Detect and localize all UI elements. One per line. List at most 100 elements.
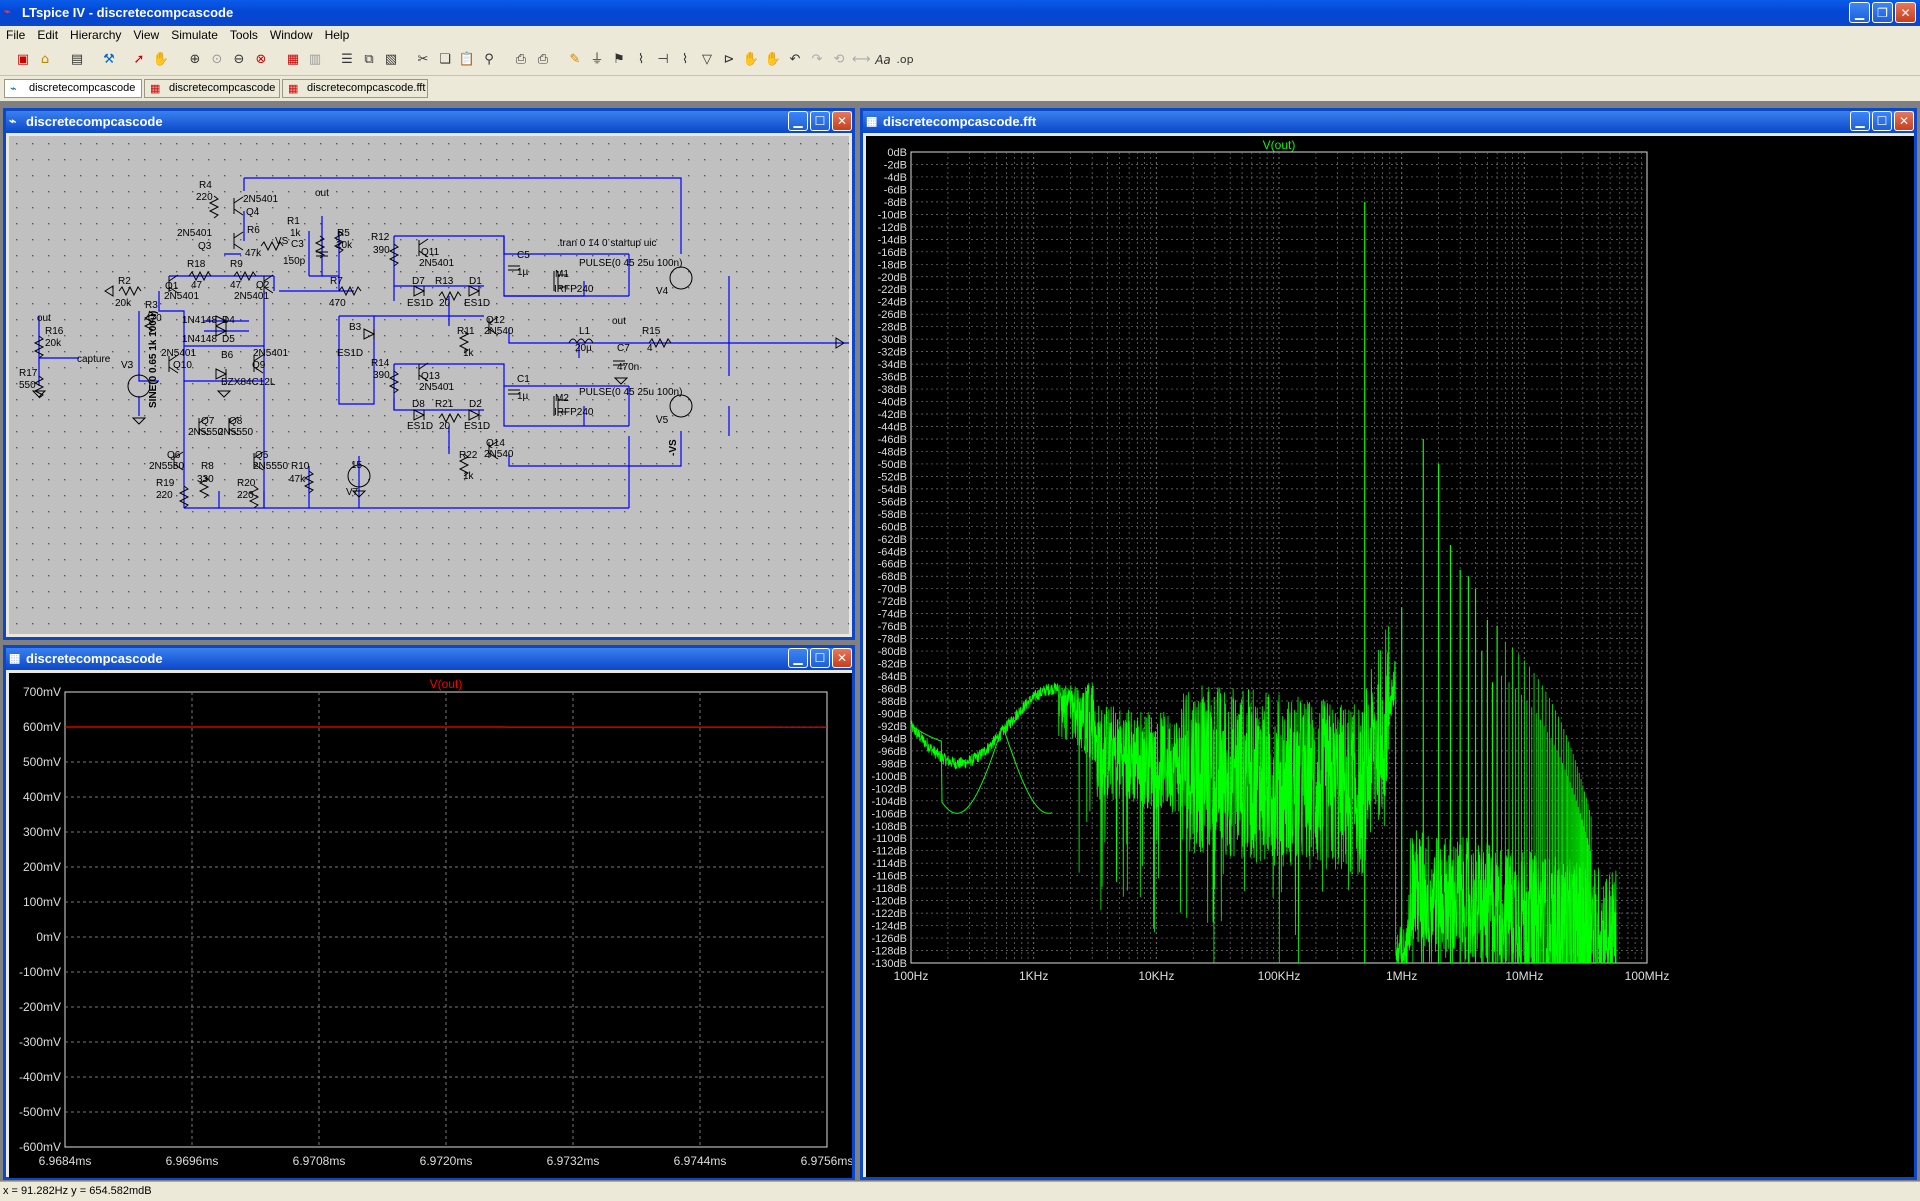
- tile-horizontal-icon[interactable]: ☰: [338, 51, 356, 69]
- drag-icon[interactable]: ✋: [764, 51, 782, 69]
- open-folder-icon[interactable]: ⌂: [36, 51, 54, 69]
- menu-simulate[interactable]: Simulate: [165, 26, 224, 42]
- tab-waveform[interactable]: ▦discretecompcascode: [144, 79, 280, 98]
- run-icon[interactable]: ➚: [130, 51, 148, 69]
- autorange-icon[interactable]: ▦: [284, 51, 302, 69]
- menu-tools[interactable]: Tools: [224, 26, 264, 42]
- menu-file[interactable]: File: [0, 26, 31, 42]
- schematic-label: 47k: [289, 474, 306, 485]
- redo-icon[interactable]: ↷: [808, 51, 826, 69]
- menu-window[interactable]: Window: [264, 26, 319, 42]
- y-tick-label: 400mV: [23, 790, 61, 804]
- schematic-label: 220: [237, 490, 254, 501]
- find-icon[interactable]: ⚲: [480, 51, 498, 69]
- y-tick-label: 700mV: [23, 685, 61, 699]
- schematic-label: Q5: [255, 450, 269, 461]
- x-tick-label: 10MHz: [1505, 969, 1543, 983]
- schematic-label: 20k: [115, 298, 132, 309]
- y-tick-label: -82dB: [878, 659, 907, 671]
- schematic-label: 20k: [45, 338, 62, 349]
- diode-icon[interactable]: ▽: [698, 51, 716, 69]
- y-tick-label: -124dB: [872, 921, 907, 933]
- tile-vertical-icon[interactable]: ▧: [382, 51, 400, 69]
- tab-fft[interactable]: ▦discretecompcascode.fft: [282, 79, 428, 98]
- print-preview-icon[interactable]: ⎙: [512, 51, 530, 69]
- label-net-icon[interactable]: ⚑: [610, 51, 628, 69]
- close-button[interactable]: ✕: [1894, 111, 1914, 131]
- zoom-out-icon[interactable]: ⊖: [230, 51, 248, 69]
- y-tick-label: -42dB: [878, 409, 907, 421]
- y-tick-label: -122dB: [872, 908, 907, 920]
- inductor-icon[interactable]: ⌇: [676, 51, 694, 69]
- y-tick-label: -62dB: [878, 534, 907, 546]
- zoom-fit-icon[interactable]: ⊗: [252, 51, 270, 69]
- close-button[interactable]: ✕: [832, 648, 852, 668]
- status-bar: x = 91.282Hz y = 654.582mdB: [0, 1181, 1920, 1201]
- schematic-label: C1: [517, 374, 530, 385]
- print-icon[interactable]: ⎙: [534, 51, 552, 69]
- fft-chart[interactable]: 100Hz1KHz10KHz100KHz1MHz10MHz100MHz0dB-2…: [866, 136, 1914, 1177]
- schematic-label: 2N540: [484, 449, 514, 460]
- schematic-label: V7: [346, 487, 359, 498]
- text-icon[interactable]: Aa: [874, 51, 892, 69]
- y-tick-label: -46dB: [878, 434, 907, 446]
- y-tick-label: -78dB: [878, 634, 907, 646]
- component-icon[interactable]: ⊳: [720, 51, 738, 69]
- spice-directive-icon[interactable]: .op: [896, 51, 914, 69]
- tab-label: discretecompcascode: [29, 82, 135, 94]
- close-button[interactable]: ✕: [832, 111, 852, 131]
- tab-schematic[interactable]: ⌁discretecompcascode: [4, 79, 142, 98]
- halt-icon[interactable]: ✋: [152, 51, 170, 69]
- x-tick-label: 6.9732ms: [547, 1154, 600, 1168]
- paste-icon[interactable]: 📋: [458, 51, 476, 69]
- resistor-icon[interactable]: ⌇: [632, 51, 650, 69]
- menu-edit[interactable]: Edit: [31, 26, 64, 42]
- maximize-button[interactable]: ☐: [1872, 111, 1892, 131]
- schematic-canvas[interactable]: R42202N5401Q4outR11kR520k2N5401Q3R647kVS…: [9, 136, 849, 634]
- mirror-icon[interactable]: ⟷: [852, 51, 870, 69]
- minimize-button[interactable]: ▁: [1850, 111, 1870, 131]
- menu-help[interactable]: Help: [319, 26, 356, 42]
- restore-button[interactable]: ❐: [1872, 2, 1893, 23]
- rotate-icon[interactable]: ⟲: [830, 51, 848, 69]
- schematic-label: 2N5401: [234, 291, 269, 302]
- schematic-label: 220: [196, 192, 213, 203]
- y-tick-label: -26dB: [878, 309, 907, 321]
- cascade-icon[interactable]: ⧉: [360, 51, 378, 69]
- minimize-button[interactable]: ▁: [1849, 2, 1870, 23]
- waveform-plot[interactable]: 6.9684ms6.9696ms6.9708ms6.9720ms6.9732ms…: [9, 673, 852, 1178]
- fft-plot[interactable]: 100Hz1KHz10KHz100KHz1MHz10MHz100MHz0dB-2…: [866, 136, 1914, 1177]
- schematic-label: 20µ: [575, 343, 592, 354]
- new-schematic-icon[interactable]: ▣: [14, 51, 32, 69]
- menu-view[interactable]: View: [127, 26, 165, 42]
- schematic-label: .tran 0 14 0 startup uic: [557, 238, 657, 249]
- y-tick-label: -76dB: [878, 621, 907, 633]
- save-icon[interactable]: ▤: [68, 51, 86, 69]
- ground-icon[interactable]: ⏚: [588, 51, 606, 69]
- fft-icon[interactable]: ▥: [306, 51, 324, 69]
- ltspice-app-icon[interactable]: ⌁: [4, 5, 18, 19]
- move-icon[interactable]: ✋: [742, 51, 760, 69]
- x-tick-label: 6.9756ms: [801, 1154, 852, 1168]
- y-tick-label: 200mV: [23, 860, 61, 874]
- control-panel-icon[interactable]: ⚒: [100, 51, 118, 69]
- close-button[interactable]: ✕: [1895, 2, 1916, 23]
- copy-icon[interactable]: ❏: [436, 51, 454, 69]
- pan-icon[interactable]: ⊙: [208, 51, 226, 69]
- maximize-button[interactable]: ☐: [810, 111, 830, 131]
- capacitor-icon[interactable]: ⊣: [654, 51, 672, 69]
- menu-hierarchy[interactable]: Hierarchy: [64, 26, 127, 42]
- y-tick-label: 500mV: [23, 755, 61, 769]
- cut-icon[interactable]: ✂: [414, 51, 432, 69]
- waveform-chart[interactable]: 6.9684ms6.9696ms6.9708ms6.9720ms6.9732ms…: [9, 673, 852, 1178]
- undo-icon[interactable]: ↶: [786, 51, 804, 69]
- maximize-button[interactable]: ☐: [810, 648, 830, 668]
- zoom-in-icon[interactable]: ⊕: [186, 51, 204, 69]
- draw-wire-icon[interactable]: ✎: [566, 51, 584, 69]
- schematic-label: Q6: [167, 450, 181, 461]
- minimize-button[interactable]: ▁: [788, 648, 808, 668]
- schematic-drawing[interactable]: R42202N5401Q4outR11kR520k2N5401Q3R647kVS…: [9, 136, 849, 634]
- y-tick-label: -24dB: [878, 297, 907, 309]
- minimize-button[interactable]: ▁: [788, 111, 808, 131]
- schematic-label: 1k: [463, 348, 475, 359]
